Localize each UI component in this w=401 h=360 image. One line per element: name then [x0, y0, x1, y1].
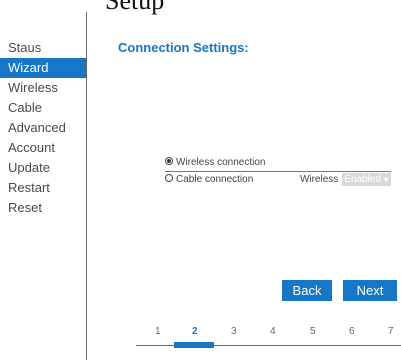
step-7[interactable]: 7	[388, 326, 394, 337]
option-cable-label: Cable connection	[176, 174, 254, 185]
sidebar-item-staus[interactable]: Staus	[0, 38, 86, 58]
wizard-steps: 1 2 3 4 5 6 7	[136, 326, 401, 350]
option-wireless-label: Wireless connection	[176, 157, 266, 168]
step-1[interactable]: 1	[155, 326, 161, 337]
step-6[interactable]: 6	[349, 326, 355, 337]
sidebar-divider	[86, 12, 87, 360]
wireless-select-value: Enabled	[344, 173, 381, 185]
sidebar-item-cable[interactable]: Cable	[0, 98, 86, 118]
wireless-label: Wireless	[299, 174, 339, 185]
chevron-down-icon: ▾	[383, 174, 388, 184]
step-4[interactable]: 4	[270, 326, 276, 337]
step-3[interactable]: 3	[231, 326, 237, 337]
radio-icon-checked[interactable]	[165, 157, 173, 166]
sidebar-item-update[interactable]: Update	[0, 158, 86, 178]
top-title-partial: Setup	[105, 0, 165, 15]
sidebar-item-restart[interactable]: Restart	[0, 178, 86, 198]
wireless-select[interactable]: Enabled ▾	[342, 172, 391, 186]
sidebar-item-wireless[interactable]: Wireless	[0, 78, 86, 98]
sidebar: Staus Wizard Wireless Cable Advanced Acc…	[0, 38, 86, 218]
connection-options: Wireless connection Cable connection Wir…	[165, 155, 391, 188]
sidebar-item-wizard[interactable]: Wizard	[0, 58, 86, 78]
page-title: Connection Settings:	[118, 40, 249, 55]
sidebar-item-advanced[interactable]: Advanced	[0, 118, 86, 138]
option-cable-connection[interactable]: Cable connection Wireless Enabled ▾	[165, 172, 391, 188]
radio-icon[interactable]	[165, 174, 173, 183]
back-button[interactable]: Back	[282, 280, 332, 301]
sidebar-item-account[interactable]: Account	[0, 138, 86, 158]
next-button[interactable]: Next	[343, 280, 397, 301]
step-5[interactable]: 5	[310, 326, 316, 337]
option-wireless-connection[interactable]: Wireless connection	[165, 155, 391, 171]
steps-active-indicator	[174, 342, 214, 348]
sidebar-item-reset[interactable]: Reset	[0, 198, 86, 218]
wireless-setting: Wireless Enabled ▾	[300, 172, 391, 188]
step-2[interactable]: 2	[192, 326, 198, 337]
